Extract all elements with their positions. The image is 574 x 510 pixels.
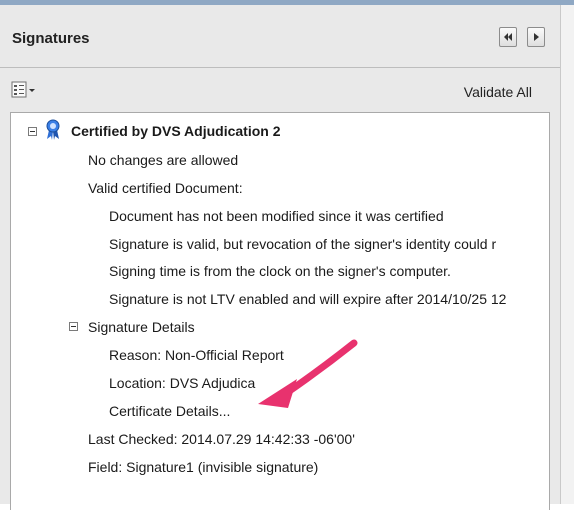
next-panel-button[interactable] — [527, 27, 545, 47]
last-checked-node[interactable]: Last Checked: 2014.07.29 14:42:33 -06'00… — [88, 431, 355, 447]
no-changes-node[interactable]: No changes are allowed — [88, 152, 238, 168]
not-modified-node[interactable]: Document has not been modified since it … — [109, 208, 444, 224]
field-node[interactable]: Field: Signature1 (invisible signature) — [88, 459, 318, 475]
panel-header: Signatures — [0, 5, 560, 68]
panel-title: Signatures — [12, 30, 90, 47]
play-right-icon — [534, 33, 539, 41]
signature-details-node[interactable]: Signature Details — [88, 319, 195, 335]
signature-valid-node[interactable]: Signature is valid, but revocation of th… — [109, 236, 496, 252]
signatures-panel: Signatures Validate All Certified by DVS… — [0, 5, 561, 510]
valid-certified-node[interactable]: Valid certified Document: — [88, 180, 243, 196]
signatures-toolbar: Validate All — [0, 68, 560, 112]
options-menu-button[interactable] — [11, 80, 41, 100]
ltv-status-node[interactable]: Signature is not LTV enabled and will ex… — [109, 291, 506, 307]
collapse-panel-button[interactable] — [499, 27, 517, 47]
certified-by-node[interactable]: Certified by DVS Adjudication 2 — [71, 123, 281, 139]
location-node[interactable]: Location: DVS Adjudica — [109, 375, 255, 391]
panel-splitter[interactable] — [561, 5, 574, 504]
collapse-certified-toggle[interactable] — [28, 127, 37, 136]
signing-time-node[interactable]: Signing time is from the clock on the si… — [109, 263, 451, 279]
double-chevron-left-icon — [504, 33, 512, 41]
signature-tree: Certified by DVS Adjudication 2 No chang… — [10, 112, 550, 510]
options-list-icon — [11, 81, 35, 98]
certificate-details-link[interactable]: Certificate Details... — [109, 403, 230, 419]
certification-ribbon-icon — [46, 119, 60, 140]
collapse-signature-details-toggle[interactable] — [69, 322, 78, 331]
validate-all-button[interactable]: Validate All — [464, 84, 532, 100]
reason-node[interactable]: Reason: Non-Official Report — [109, 347, 284, 363]
